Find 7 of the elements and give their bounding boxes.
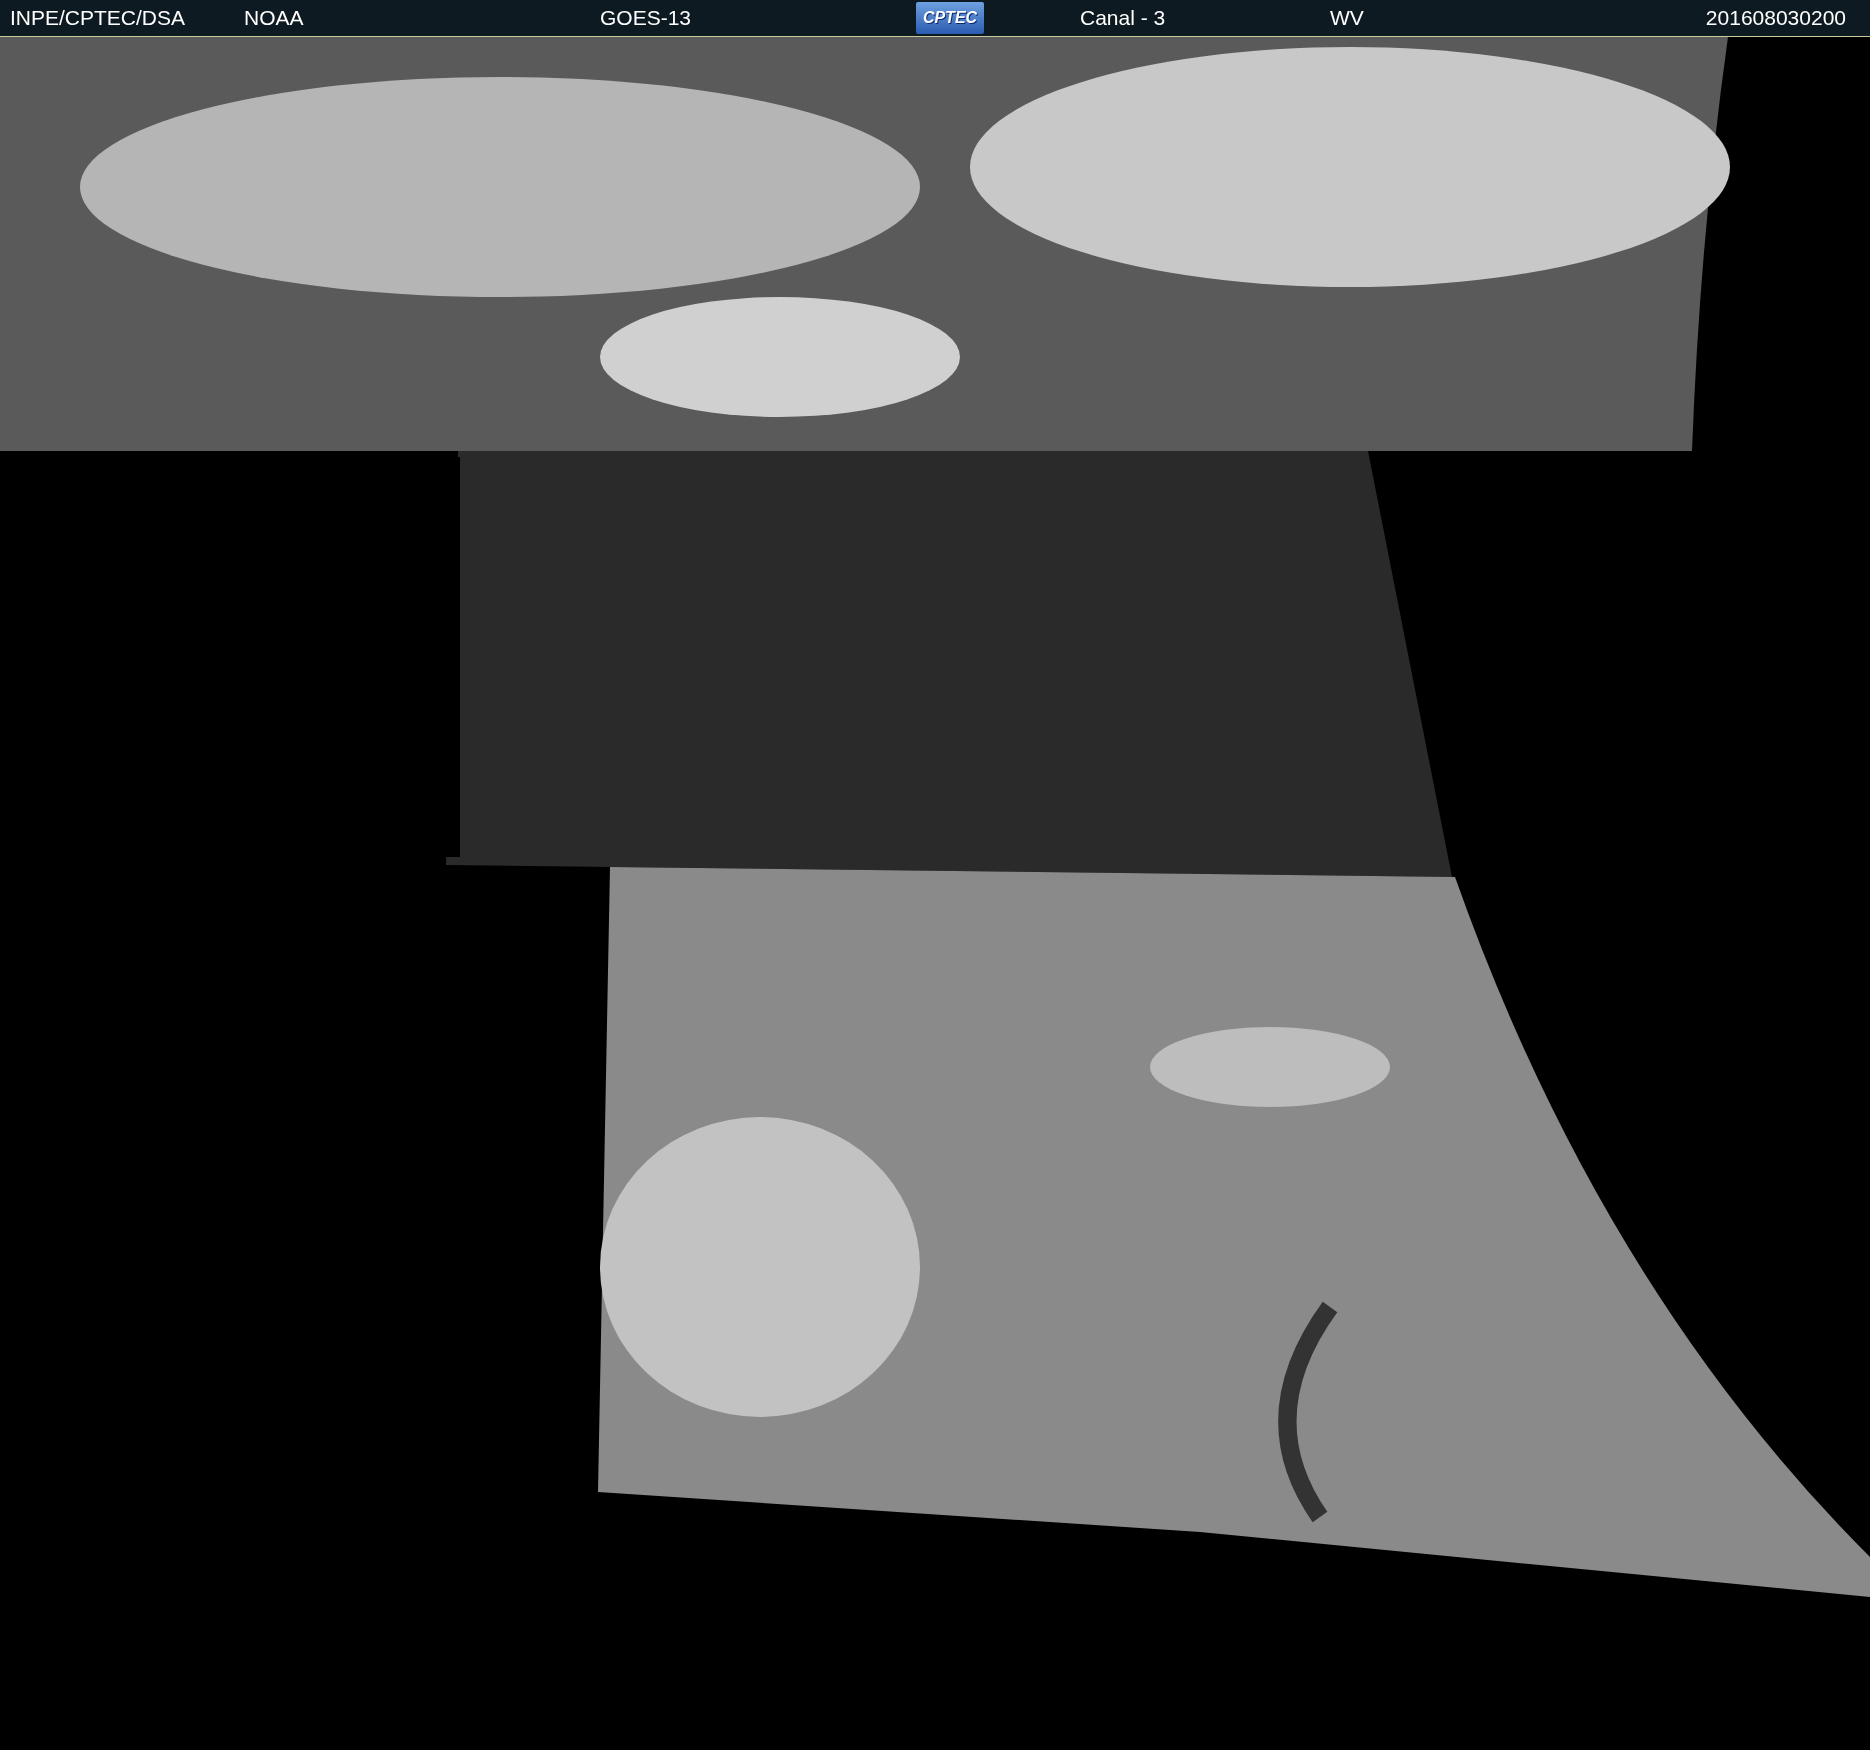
channel-label: Canal - 3 bbox=[1080, 6, 1167, 30]
band-label: WV bbox=[1330, 6, 1365, 30]
source-label: INPE/CPTEC/DSA bbox=[10, 6, 187, 30]
timestamp-label: 201608030200 bbox=[1705, 6, 1847, 30]
satellite-label: GOES-13 bbox=[600, 6, 693, 30]
agency-label: NOAA bbox=[244, 6, 305, 30]
logo: CPTEC bbox=[916, 2, 984, 34]
